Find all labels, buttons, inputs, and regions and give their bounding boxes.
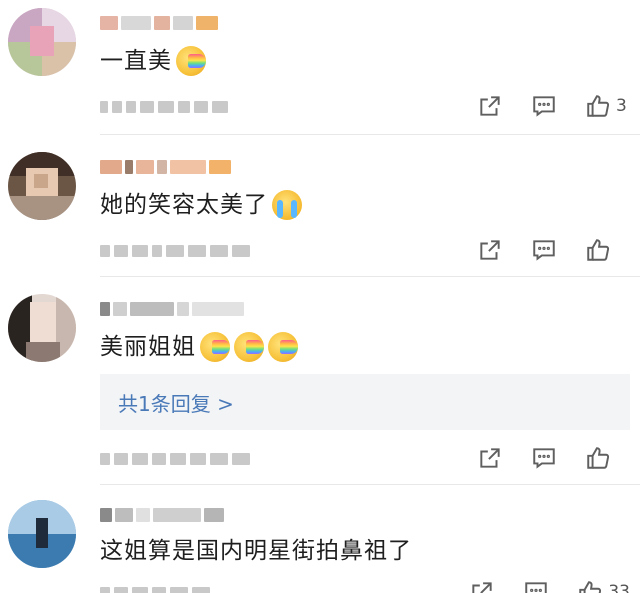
rainbow-kiss-emoji — [268, 332, 298, 362]
comment-icon[interactable] — [530, 236, 558, 264]
comment-actions: 33 — [468, 578, 630, 593]
comment-actions: 3 — [476, 92, 630, 120]
comment-icon[interactable] — [530, 444, 558, 472]
rainbow-kiss-emoji — [200, 332, 230, 362]
username[interactable] — [100, 156, 231, 178]
comment-text-content: 她的笑容太美了 — [100, 192, 268, 218]
divider — [100, 484, 640, 485]
comment-text-content: 美丽姐姐 — [100, 334, 196, 360]
divider — [100, 134, 640, 135]
rainbow-kiss-emoji — [176, 46, 206, 76]
thumbs-up-icon — [584, 92, 612, 120]
share-icon[interactable] — [476, 444, 504, 472]
comment-actions — [476, 444, 630, 472]
comment-actions — [476, 236, 630, 264]
comment-text: 美丽姐姐 — [100, 330, 298, 364]
comment-meta — [100, 98, 228, 116]
avatar[interactable] — [8, 500, 76, 568]
reply-thread-box[interactable]: 共1条回复 > — [100, 374, 630, 430]
comment-text: 一直美 — [100, 44, 206, 78]
thumbs-up-icon — [576, 578, 604, 593]
like-button[interactable]: 33 — [576, 578, 630, 593]
comment-meta — [100, 450, 250, 468]
comment-text: 这姐算是国内明星街拍鼻祖了 — [100, 534, 412, 568]
like-button[interactable] — [584, 444, 630, 472]
avatar[interactable] — [8, 294, 76, 362]
avatar[interactable] — [8, 8, 76, 76]
username[interactable] — [100, 12, 218, 34]
comment-meta — [100, 584, 210, 593]
divider — [100, 276, 640, 277]
share-icon[interactable] — [476, 236, 504, 264]
like-button[interactable] — [584, 236, 630, 264]
username[interactable] — [100, 298, 244, 320]
crying-emoji — [272, 190, 302, 220]
thumbs-up-icon — [584, 444, 612, 472]
comment-icon[interactable] — [522, 578, 550, 593]
comment-text: 她的笑容太美了 — [100, 188, 302, 222]
thumbs-up-icon — [584, 236, 612, 264]
like-count: 3 — [616, 96, 627, 116]
rainbow-kiss-emoji — [234, 332, 264, 362]
share-icon[interactable] — [476, 92, 504, 120]
view-replies-link[interactable]: 共1条回复 > — [118, 388, 234, 417]
comment-text-content: 一直美 — [100, 48, 172, 74]
comment-text-content: 这姐算是国内明星街拍鼻祖了 — [100, 538, 412, 564]
like-count: 33 — [608, 582, 630, 593]
comment-meta — [100, 242, 250, 260]
like-button[interactable]: 3 — [584, 92, 630, 120]
avatar[interactable] — [8, 152, 76, 220]
username[interactable] — [100, 504, 224, 526]
share-icon[interactable] — [468, 578, 496, 593]
comment-icon[interactable] — [530, 92, 558, 120]
